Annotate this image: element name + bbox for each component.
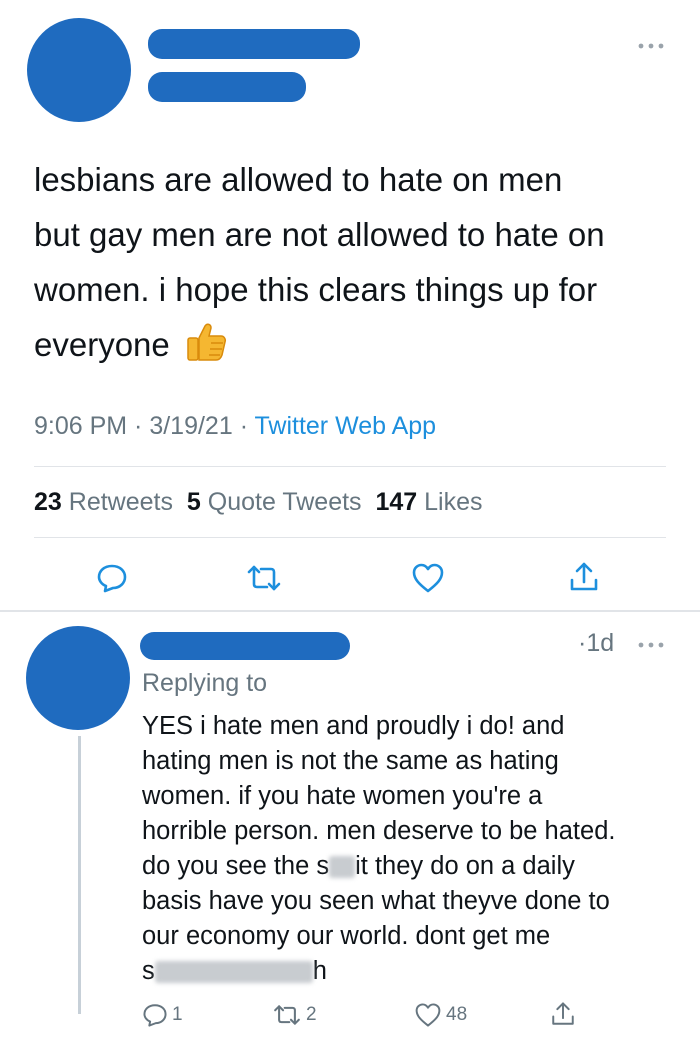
reply-text-line: basis have you seen what theyve done to bbox=[142, 887, 610, 915]
reply-text-line: YES i hate men and proudly i do! and bbox=[142, 712, 565, 740]
reply-author-avatar[interactable] bbox=[26, 626, 130, 730]
censored-word bbox=[154, 961, 313, 984]
reply-reply-button[interactable]: 1 bbox=[142, 1002, 183, 1028]
divider bbox=[34, 537, 666, 538]
divider bbox=[34, 466, 666, 467]
reply-age[interactable]: ·1d bbox=[578, 629, 614, 658]
meta-separator: · bbox=[232, 412, 255, 440]
reply-text-line: sh bbox=[142, 954, 682, 989]
reply-text-fragment: s bbox=[142, 957, 155, 985]
heart-icon bbox=[412, 563, 444, 593]
reply-text-fragment: do you see the s bbox=[142, 852, 330, 880]
tweet-text-line: women. i hope this clears things up for bbox=[34, 271, 598, 308]
reply-more-options-icon[interactable] bbox=[638, 641, 664, 649]
tweet-date[interactable]: 3/19/21 bbox=[149, 412, 232, 440]
reply-count: 1 bbox=[172, 1004, 183, 1025]
author-name-redacted[interactable] bbox=[148, 29, 360, 59]
tweet-source-link[interactable]: Twitter Web App bbox=[255, 412, 437, 440]
retweets-count: 23 bbox=[34, 488, 62, 516]
likes-stat[interactable]: 147 Likes bbox=[375, 488, 482, 516]
retweet-icon bbox=[274, 1005, 300, 1025]
reply-text-line: our economy our world. dont get me bbox=[142, 922, 551, 950]
thumbs-up-emoji bbox=[185, 322, 227, 362]
tweet-text-word: everyone bbox=[34, 326, 170, 363]
reply-retweet-button[interactable]: 2 bbox=[272, 1002, 317, 1028]
quotes-stat[interactable]: 5 Quote Tweets bbox=[187, 488, 362, 516]
tweet-time[interactable]: 9:06 PM bbox=[34, 412, 127, 440]
reply-author-name-redacted[interactable] bbox=[140, 632, 350, 660]
quotes-count: 5 bbox=[186, 488, 201, 516]
reply-like-button[interactable]: 48 bbox=[414, 1002, 467, 1028]
like-button[interactable] bbox=[409, 560, 447, 596]
tweet-text-line: everyone bbox=[34, 317, 684, 372]
retweet-icon bbox=[247, 565, 281, 591]
retweets-label: Retweets bbox=[68, 488, 173, 516]
retweet-count: 2 bbox=[306, 1004, 317, 1025]
reply-text-line: hating men is not the same as hating bbox=[142, 747, 559, 775]
tweet-text-line: but gay men are not allowed to hate on bbox=[34, 216, 605, 253]
reply-icon bbox=[143, 1004, 167, 1027]
author-handle-redacted bbox=[148, 72, 306, 102]
share-icon bbox=[552, 1002, 574, 1025]
reply-text-line: women. if you hate women you're a bbox=[142, 782, 543, 810]
thread-line bbox=[78, 736, 81, 1014]
reply-text-line: do you see the s it they do on a daily bbox=[142, 849, 682, 884]
reply-icon bbox=[97, 564, 127, 593]
tweet-meta: 9:06 PM · 3/19/21 · Twitter Web App bbox=[34, 412, 436, 441]
censored-word bbox=[329, 856, 356, 879]
meta-separator: · bbox=[127, 412, 150, 440]
share-button[interactable] bbox=[566, 558, 602, 596]
likes-label: Likes bbox=[424, 488, 483, 516]
section-divider bbox=[0, 610, 700, 612]
retweets-stat[interactable]: 23 Retweets bbox=[34, 488, 173, 516]
reply-share-button[interactable] bbox=[550, 1000, 576, 1028]
quotes-label: Quote Tweets bbox=[207, 488, 362, 516]
more-options-icon[interactable] bbox=[638, 42, 664, 50]
reply-button[interactable] bbox=[94, 560, 130, 596]
like-count: 48 bbox=[446, 1004, 468, 1025]
tweet-stats: 23 Retweets 5 Quote Tweets 147 Likes bbox=[34, 488, 483, 517]
share-icon bbox=[570, 562, 598, 591]
likes-count: 147 bbox=[375, 488, 418, 516]
retweet-button[interactable] bbox=[244, 560, 284, 596]
reply-text-line: horrible person. men deserve to be hated… bbox=[142, 817, 616, 845]
reply-text: YES i hate men and proudly i do! and hat… bbox=[142, 709, 682, 989]
replying-to: Replying to bbox=[142, 669, 268, 697]
reply-text-fragment: h bbox=[312, 957, 327, 985]
author-avatar[interactable] bbox=[27, 18, 131, 122]
tweet-text: lesbians are allowed to hate on men but … bbox=[34, 152, 684, 372]
age-text: 1d bbox=[586, 629, 615, 657]
heart-icon bbox=[415, 1003, 441, 1027]
tweet-text-line: lesbians are allowed to hate on men bbox=[34, 161, 563, 198]
reply-text-fragment: it they do on a daily bbox=[355, 852, 575, 880]
